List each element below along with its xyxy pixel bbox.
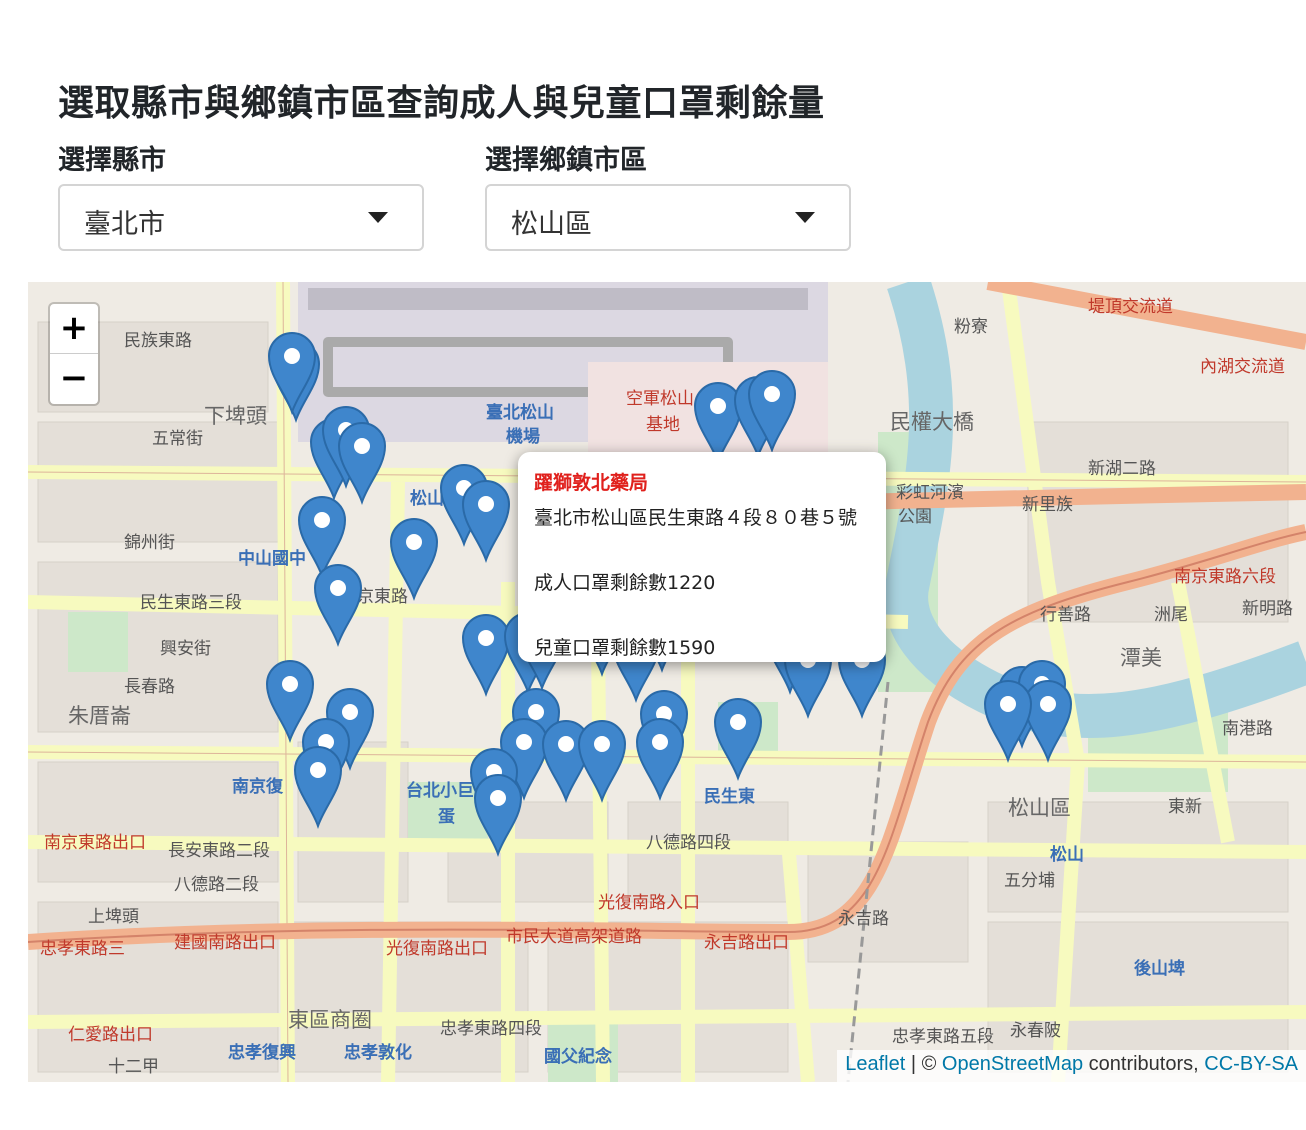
page-title: 選取縣市與鄉鎮市區查詢成人與兒童口罩剩餘量: [58, 83, 825, 124]
map-marker-icon[interactable]: [473, 774, 523, 858]
attribution-contributors: contributors,: [1083, 1053, 1205, 1075]
map-label: 民生東路三段: [140, 593, 242, 613]
caret-down-icon: [795, 212, 815, 223]
zoom-control: + −: [48, 302, 100, 406]
map-label: 機場: [506, 427, 540, 447]
city-select-group: 選擇縣市 臺北市: [58, 138, 424, 251]
zoom-out-button[interactable]: −: [50, 354, 98, 404]
map-label: 民生東: [704, 787, 755, 807]
map-marker-icon[interactable]: [313, 564, 363, 648]
popup-address: 臺北市松山區民生東路４段８０巷５號: [534, 507, 858, 529]
map-label: 台北小巨: [406, 781, 474, 801]
map-label: 堤頂交流道: [1088, 297, 1173, 317]
city-select-label: 選擇縣市: [58, 145, 166, 176]
map-label: 粉寮: [954, 317, 988, 337]
map-label: 八德路二段: [174, 875, 259, 895]
map-marker-icon[interactable]: [635, 718, 685, 802]
map-label: 永吉路出口: [704, 933, 789, 953]
map-label: 南京東路六段: [1174, 567, 1276, 587]
map-label: 忠孝東路三: [40, 939, 125, 959]
map-marker-icon[interactable]: [337, 422, 387, 506]
map-label: 興安街: [160, 639, 211, 659]
caret-down-icon: [368, 212, 388, 223]
map-label: 潭美: [1120, 646, 1162, 670]
map-label: 民權大橋: [890, 410, 974, 434]
map-label: 光復南路入口: [598, 893, 700, 913]
map-label: 市民大道高架道路: [506, 927, 642, 947]
map-attribution: Leaflet | © OpenStreetMap contributors, …: [837, 1050, 1306, 1082]
map-label: 新湖二路: [1088, 459, 1156, 479]
map-label: 新明路: [1242, 599, 1293, 619]
map-marker-icon[interactable]: [293, 746, 343, 830]
map-label: 八德路四段: [646, 833, 731, 853]
map-label: 行善路: [1040, 605, 1091, 625]
map-label: 基地: [646, 415, 680, 435]
license-link[interactable]: CC-BY-SA: [1204, 1053, 1298, 1075]
map-label: 新里族: [1022, 495, 1073, 515]
map-label: 永春陂: [1010, 1021, 1061, 1041]
popup-adult-mask-count: 成人口罩剩餘數1220: [534, 572, 716, 594]
map-label: 松山區: [1008, 796, 1071, 820]
popup-child-mask-count: 兒童口罩剩餘數1590: [534, 637, 716, 659]
pharmacy-popup: 躍獅敦北藥局 臺北市松山區民生東路４段８０巷５號 成人口罩剩餘數1220 兒童口…: [518, 452, 886, 662]
map-label: 中山國中: [238, 549, 306, 569]
district-select-label: 選擇鄉鎮市區: [485, 145, 647, 176]
map-label: 仁愛路出口: [68, 1025, 153, 1045]
district-select[interactable]: 松山區: [485, 184, 851, 251]
city-select-value: 臺北市: [84, 209, 165, 240]
map-label: 朱厝崙: [68, 704, 131, 728]
osm-link[interactable]: OpenStreetMap: [942, 1053, 1083, 1075]
map-label: 南京復: [232, 777, 283, 797]
attribution-separator: | ©: [905, 1053, 942, 1075]
map-marker-icon[interactable]: [577, 720, 627, 804]
map-label: 五常街: [152, 429, 203, 449]
map-label: 東區商圈: [288, 1008, 372, 1032]
map-marker-icon[interactable]: [983, 680, 1033, 764]
map-label: 民族東路: [124, 331, 192, 351]
map-label: 建國南路出口: [174, 933, 276, 953]
map-label: 後山埤: [1134, 959, 1185, 979]
map-label: 忠孝復興: [228, 1043, 296, 1063]
map-label: 南京東路出口: [44, 833, 146, 853]
map-label: 五分埔: [1004, 871, 1055, 891]
zoom-in-button[interactable]: +: [50, 304, 98, 354]
map-label: 永吉路: [838, 909, 889, 929]
map-label: 長春路: [124, 677, 175, 697]
map-label: 上埤頭: [88, 907, 139, 927]
map-label: 忠孝東路四段: [440, 1019, 542, 1039]
map-label: 光復南路出口: [386, 939, 488, 959]
map-label: 忠孝東路五段: [892, 1027, 994, 1047]
map[interactable]: 民族東路 五常街 下埤頭 松山機場 臺北松山 機場 空軍松山 基地 民權大橋 粉…: [28, 282, 1306, 1082]
map-label: 長安東路二段: [168, 841, 270, 861]
map-label: 十二甲: [108, 1057, 159, 1077]
map-label: 臺北松山: [486, 403, 554, 423]
map-label: 彩虹河濱: [896, 483, 964, 503]
map-label: 東新: [1168, 797, 1202, 817]
map-label: 南港路: [1222, 719, 1273, 739]
district-select-group: 選擇鄉鎮市區 松山區: [485, 138, 851, 251]
map-label: 內湖交流道: [1200, 357, 1285, 377]
district-select-value: 松山區: [511, 209, 592, 240]
map-label: 蛋: [438, 807, 455, 827]
map-label: 松山: [1050, 845, 1084, 865]
city-select[interactable]: 臺北市: [58, 184, 424, 251]
map-label: 公園: [898, 507, 932, 527]
map-label: 洲尾: [1154, 605, 1188, 625]
popup-pharmacy-name: 躍獅敦北藥局: [534, 472, 649, 494]
map-marker-icon[interactable]: [713, 698, 763, 782]
leaflet-link[interactable]: Leaflet: [845, 1053, 905, 1075]
map-marker-icon[interactable]: [267, 332, 317, 416]
map-label: 錦州街: [124, 533, 175, 553]
map-label: 忠孝敦化: [344, 1043, 412, 1063]
map-marker-icon[interactable]: [747, 370, 797, 454]
map-label: 空軍松山: [626, 389, 694, 409]
map-label: 國父紀念: [544, 1047, 612, 1067]
map-label: 下埤頭: [204, 404, 267, 428]
map-marker-icon[interactable]: [461, 480, 511, 564]
map-marker-icon[interactable]: [389, 518, 439, 602]
